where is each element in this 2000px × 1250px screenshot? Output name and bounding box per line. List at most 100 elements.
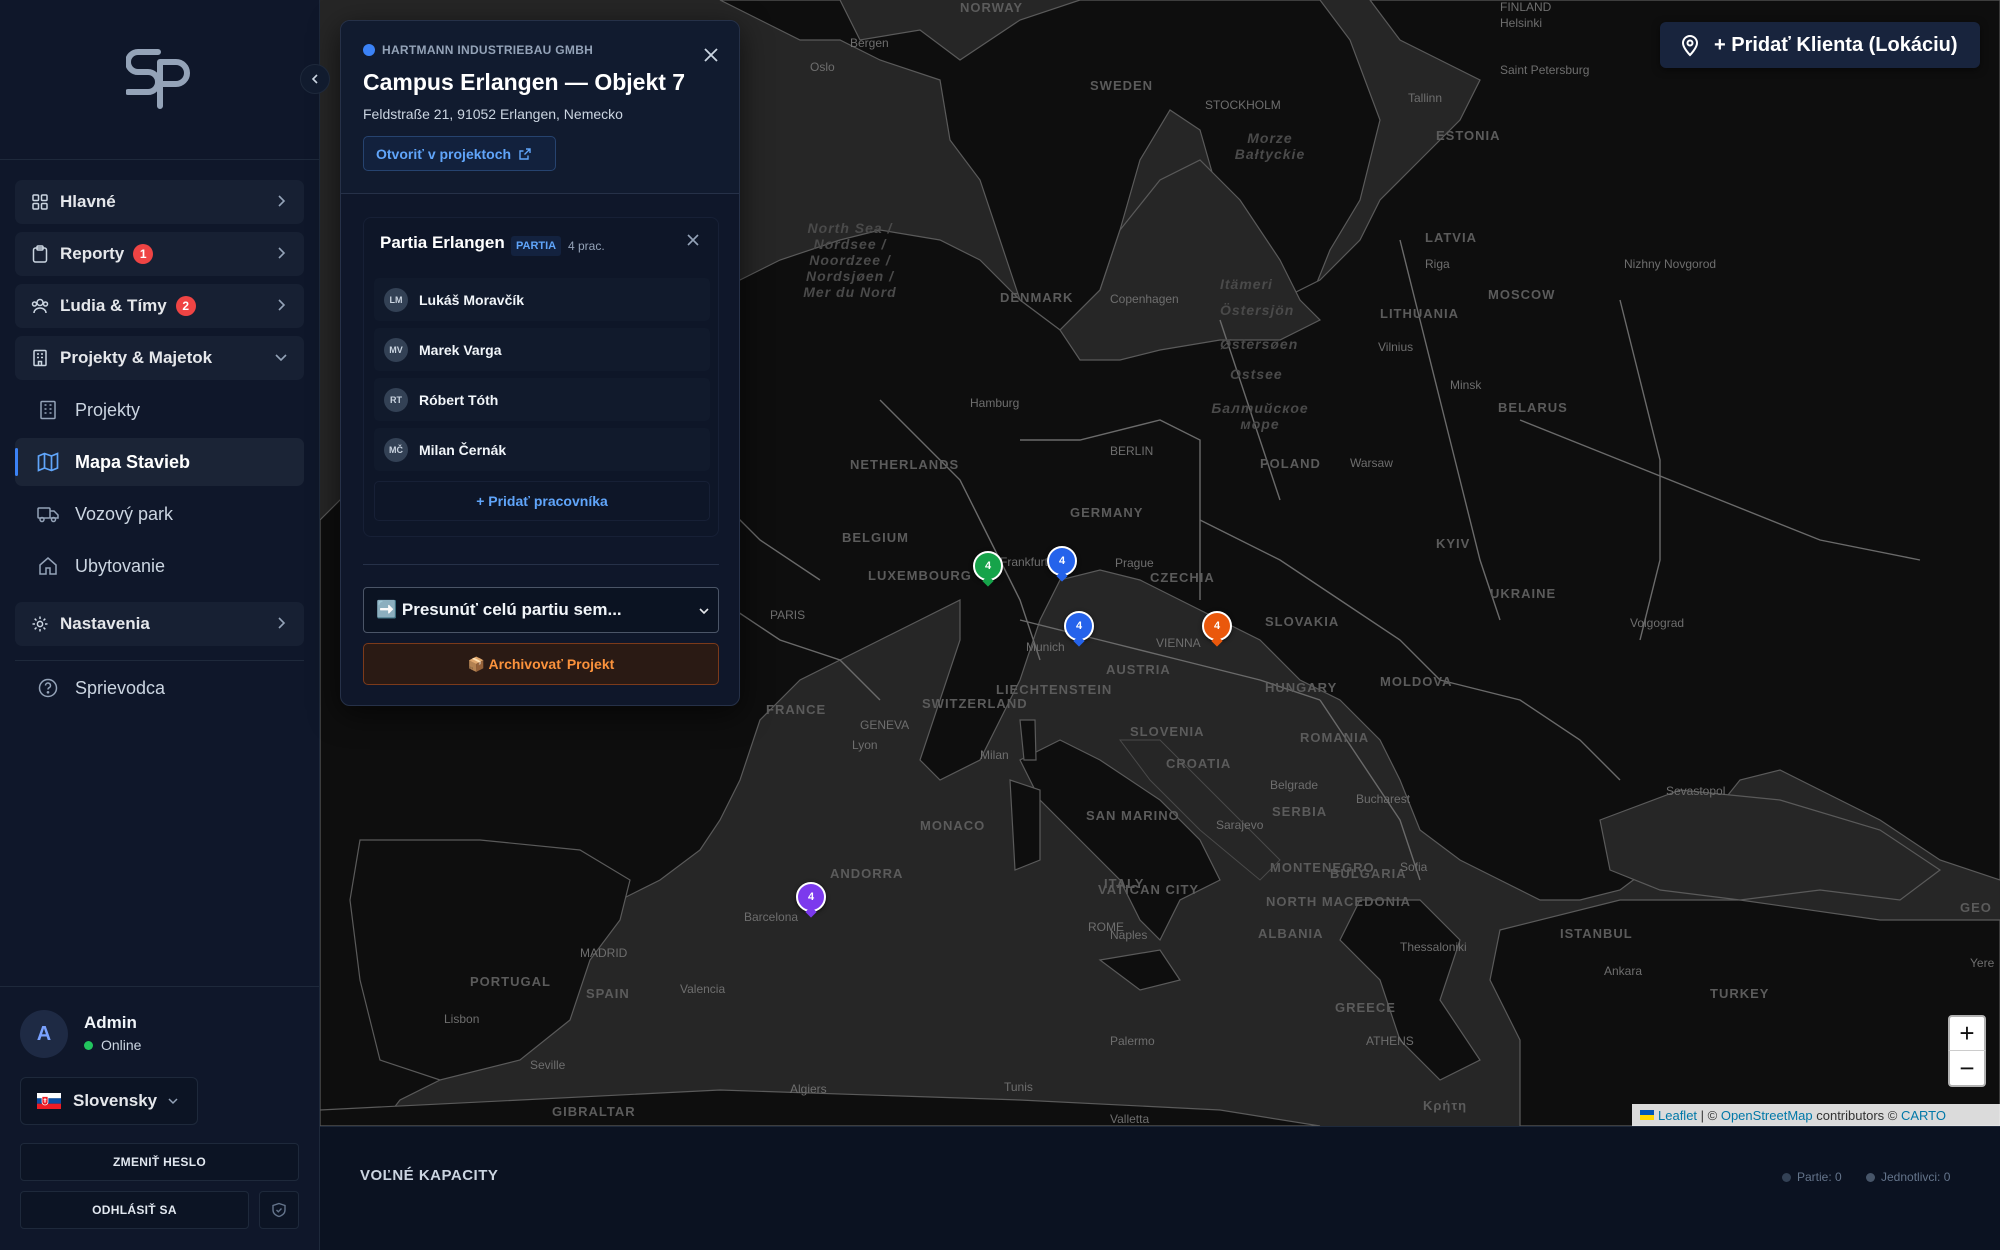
map-label-kriti: Κρήτη (1423, 1098, 1468, 1113)
map-label-sevastopol: Sevastopol (1666, 784, 1726, 798)
map-label-baltic-sv: Östersjön (1220, 302, 1295, 318)
open-in-projects-link[interactable]: Otvoriť v projektoch (363, 136, 556, 171)
app-logo[interactable] (126, 48, 192, 110)
chevron-down-icon (699, 608, 709, 615)
map-label-palermo: Palermo (1110, 1034, 1155, 1048)
project-marker[interactable]: 4 (796, 882, 826, 922)
nav-group-settings[interactable]: Nastavenia (15, 602, 304, 646)
map-label-seville: Seville (530, 1058, 566, 1072)
worker-row[interactable]: LM Lukáš Moravčík (374, 278, 710, 321)
map-label-switzerland: SWITZERLAND (922, 696, 1028, 711)
map-label-yere: Yere (1970, 956, 1995, 970)
map-label-munich: Munich (1026, 640, 1065, 654)
chevron-down-icon (168, 1098, 178, 1105)
worker-name: Lukáš Moravčík (419, 291, 525, 308)
osm-link[interactable]: OpenStreetMap (1721, 1108, 1813, 1123)
nav-group-settings-label: Nastavenia (60, 614, 150, 633)
sidebar-item-fleet-label: Vozový park (75, 503, 174, 524)
map-label-saint-petersburg: Saint Petersburg (1500, 63, 1590, 77)
map-label-france: FRANCE (766, 702, 827, 717)
legend-crews: Partie: 0 (1782, 1170, 1842, 1184)
open-in-projects-label: Otvoriť v projektoch (376, 145, 512, 162)
add-client-label: + Pridať Klienta (Lokáciu) (1714, 33, 1958, 56)
map-label-naples: Naples (1110, 928, 1148, 942)
external-link-icon (519, 147, 531, 160)
add-worker-button[interactable]: + Pridať pracovníka (374, 481, 710, 521)
sidebar-item-map-label: Mapa Stavieb (75, 451, 191, 472)
sidebar-item-fleet[interactable]: Vozový park (15, 490, 304, 538)
company-label: HARTMANN INDUSTRIEBAU GMBH (382, 43, 594, 57)
nav-group-people[interactable]: Ľudia & Tímy 2 (15, 284, 304, 328)
move-crew-select[interactable]: ➡️ Presunúť celú partiu sem... (363, 587, 719, 633)
project-popup: HARTMANN INDUSTRIEBAU GMBH Campus Erlang… (340, 20, 740, 706)
project-marker[interactable]: 4 (1202, 611, 1232, 651)
archive-project-button[interactable]: 📦 Archivovať Projekt (363, 643, 719, 685)
language-selector[interactable]: Slovensky (20, 1077, 198, 1125)
map-label-stockholm: STOCKHOLM (1205, 98, 1281, 112)
map-label-austria: AUSTRIA (1106, 662, 1171, 677)
change-password-button[interactable]: ZMENIŤ HESLO (20, 1143, 299, 1181)
map-label-luxembourg: LUXEMBOURG (868, 568, 972, 583)
map-label-paris: PARIS (770, 608, 806, 622)
worker-row[interactable]: RT Róbert Tóth (374, 378, 710, 421)
attribution-contrib: contributors © (1812, 1107, 1901, 1123)
map-label-gibraltar: GIBRALTAR (552, 1104, 636, 1119)
sidebar-collapse-button[interactable] (300, 64, 330, 94)
project-marker[interactable]: 4 (1047, 546, 1077, 586)
online-dot-icon (84, 1040, 93, 1050)
leaflet-link[interactable]: Leaflet (1658, 1108, 1697, 1123)
chevron-right-icon (278, 299, 286, 311)
map-label-oslo: Oslo (810, 60, 835, 74)
nav-group-reports[interactable]: Reporty 1 (15, 232, 304, 276)
nav-group-people-label: Ľudia & Tímy (60, 296, 167, 315)
map-label-baltic-de: Ostsee (1230, 366, 1283, 382)
nav-group-projects[interactable]: Projekty & Majetok (15, 336, 304, 380)
crew-card: Partia Erlangen PARTIA 4 prac. LM Lukáš … (363, 217, 719, 537)
map-label-vienna: VIENNA (1156, 636, 1201, 650)
project-marker[interactable]: 4 (1064, 611, 1094, 651)
map-label-thessaloniki: Thessaloniki (1400, 940, 1467, 954)
security-button[interactable] (259, 1191, 299, 1229)
map-label-athens: ATHENS (1366, 1034, 1414, 1048)
map-label-belgium: BELGIUM (842, 530, 909, 545)
map-label-madrid: MADRID (580, 946, 628, 960)
add-client-button[interactable]: + Pridať Klienta (Lokáciu) (1660, 22, 1980, 68)
map-label-warsaw: Warsaw (1350, 456, 1393, 470)
worker-name: Milan Černák (419, 441, 507, 458)
carto-link[interactable]: CARTO (1901, 1108, 1946, 1123)
worker-row[interactable]: MČ Milan Černák (374, 428, 710, 471)
map-label-netherlands: NETHERLANDS (850, 457, 960, 472)
close-icon[interactable] (703, 47, 719, 63)
map-label-sweden: SWEDEN (1090, 78, 1154, 93)
map-label-ukraine: UKRAINE (1490, 586, 1557, 601)
map-label-belgrade: Belgrade (1270, 778, 1319, 792)
zoom-in-button[interactable]: + (1948, 1015, 1986, 1051)
logout-button[interactable]: ODHLÁSIŤ SA (20, 1191, 249, 1229)
map-label-belarus: BELARUS (1498, 400, 1568, 415)
free-capacity-title: VOĽNÉ KAPACITY (360, 1167, 499, 1184)
user-status: Online (84, 1037, 141, 1053)
map-label-czechia: CZECHIA (1150, 570, 1215, 585)
sidebar-divider (15, 660, 304, 661)
chevron-right-icon (278, 195, 286, 207)
remove-crew-icon[interactable] (686, 233, 700, 247)
sidebar-item-accommodation[interactable]: Ubytovanie (15, 542, 304, 590)
sidebar-item-guide[interactable]: Sprievodca (15, 664, 304, 712)
logo-area (0, 0, 320, 160)
worker-row[interactable]: MV Marek Varga (374, 328, 710, 371)
zoom-out-button[interactable]: − (1948, 1051, 1986, 1087)
user-status-label: Online (101, 1037, 142, 1053)
crew-name: Partia Erlangen (380, 233, 505, 252)
sidebar-item-projects[interactable]: Projekty (15, 386, 304, 434)
avatar[interactable]: A (20, 1010, 68, 1058)
home-icon (37, 555, 59, 577)
sidebar: Hlavné Reporty 1 Ľudia & Tímy 2 Projekty… (0, 0, 320, 1250)
map-label-kyiv: KYIV (1436, 536, 1471, 551)
project-marker[interactable]: 4 (973, 551, 1003, 591)
map-label-baltic-ru: Балтийское море (1211, 400, 1309, 432)
map-label-poland: POLAND (1260, 456, 1321, 471)
sidebar-item-map[interactable]: Mapa Stavieb (15, 438, 304, 486)
popup-divider (363, 564, 719, 565)
nav-group-main[interactable]: Hlavné (15, 180, 304, 224)
legend-individuals: Jednotlivci: 0 (1866, 1170, 1950, 1184)
